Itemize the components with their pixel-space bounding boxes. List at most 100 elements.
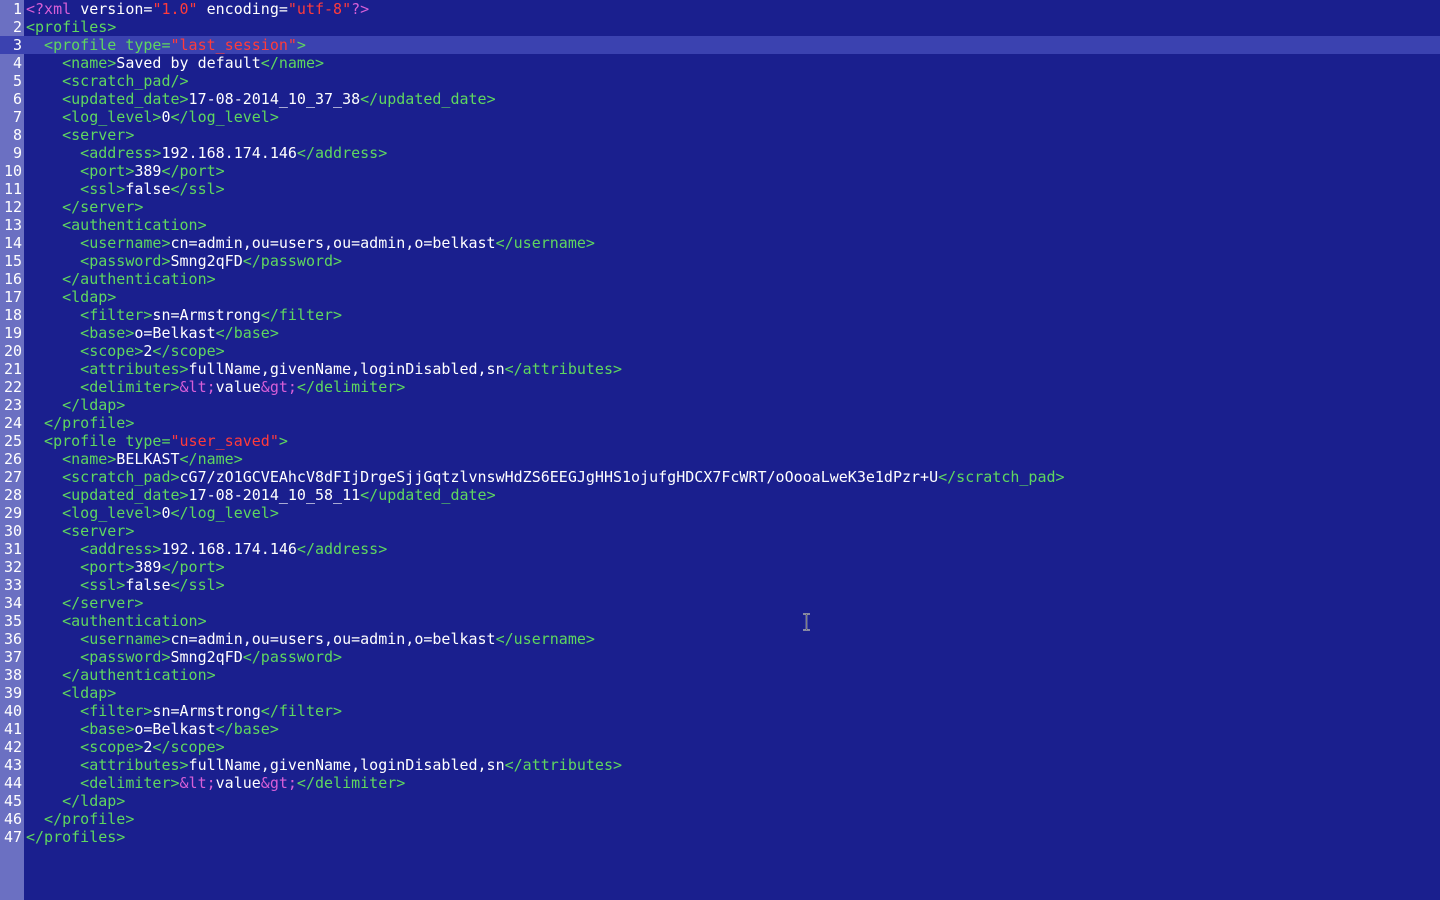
code-text: <address>192.168.174.146</address> bbox=[80, 540, 387, 558]
code-line[interactable]: 8 <server> bbox=[0, 126, 1440, 144]
code-line[interactable]: 41 <base>o=Belkast</base> bbox=[0, 720, 1440, 738]
line-number: 6 bbox=[12, 90, 22, 108]
code-line[interactable]: 6 <updated_date>17-08-2014_10_37_38</upda… bbox=[0, 90, 1440, 108]
text-editor[interactable]: 1 <?xml version="1.0" encoding="utf-8"?> 2… bbox=[0, 0, 1440, 900]
line-number: 22 bbox=[3, 378, 22, 396]
code-line[interactable]: 27 <scratch_pad>cG7/zO1GCVEAhcV8dFIjDrgeS… bbox=[0, 468, 1440, 486]
code-token: value bbox=[215, 774, 261, 792]
code-token: value bbox=[215, 378, 261, 396]
code-token: </scratch_pad> bbox=[938, 468, 1065, 486]
code-token: </updated_date> bbox=[360, 90, 496, 108]
code-line[interactable]: 16 </authentication> bbox=[0, 270, 1440, 288]
code-line[interactable]: 22 <delimiter>&lt;value&gt;</delimiter> bbox=[0, 378, 1440, 396]
code-line[interactable]: 15 <password>Smng2qFD</password> bbox=[0, 252, 1440, 270]
line-number: 37 bbox=[3, 648, 22, 666]
code-line[interactable]: 39 <ldap> bbox=[0, 684, 1440, 702]
code-token: </log_level> bbox=[170, 108, 279, 126]
code-token: <attributes> bbox=[80, 756, 189, 774]
code-token: </base> bbox=[215, 324, 279, 342]
code-line[interactable]: 14 <username>cn=admin,ou=users,ou=admin,o… bbox=[0, 234, 1440, 252]
code-line[interactable]: 10 <port>389</port> bbox=[0, 162, 1440, 180]
code-token: > bbox=[296, 36, 306, 54]
code-text: <server> bbox=[62, 522, 134, 540]
code-text: </profile> bbox=[44, 810, 134, 828]
code-line[interactable]: 30 <server> bbox=[0, 522, 1440, 540]
code-line[interactable]: 13 <authentication> bbox=[0, 216, 1440, 234]
code-line[interactable]: 29 <log_level>0</log_level> bbox=[0, 504, 1440, 522]
code-token: cG7/zO1GCVEAhcV8dFIjDrgeSjjGqtzlvnswHdZS… bbox=[179, 468, 939, 486]
code-line[interactable]: 9 <address>192.168.174.146</address> bbox=[0, 144, 1440, 162]
code-line[interactable]: 24 </profile> bbox=[0, 414, 1440, 432]
code-token: </profile> bbox=[44, 414, 135, 432]
code-line[interactable]: 19 <base>o=Belkast</base> bbox=[0, 324, 1440, 342]
code-token: <name> bbox=[62, 54, 117, 72]
code-token: 192.168.174.146 bbox=[161, 540, 297, 558]
line-number: 21 bbox=[3, 360, 22, 378]
code-line[interactable]: 17 <ldap> bbox=[0, 288, 1440, 306]
code-text: <delimiter>&lt;value&gt;</delimiter> bbox=[80, 774, 405, 792]
code-text: <authentication> bbox=[62, 216, 207, 234]
code-line[interactable]: 34 </server> bbox=[0, 594, 1440, 612]
code-token: <password> bbox=[80, 252, 171, 270]
code-line[interactable]: 20 <scope>2</scope> bbox=[0, 342, 1440, 360]
code-line[interactable]: 42 <scope>2</scope> bbox=[0, 738, 1440, 756]
code-text: <base>o=Belkast</base> bbox=[80, 720, 279, 738]
code-text: <log_level>0</log_level> bbox=[62, 108, 279, 126]
code-token: "utf-8" bbox=[287, 0, 352, 18]
code-line[interactable]: 28 <updated_date>17-08-2014_10_58_11</upd… bbox=[0, 486, 1440, 504]
line-number: 14 bbox=[3, 234, 22, 252]
code-token: </profile> bbox=[44, 810, 135, 828]
code-line[interactable]: 43 <attributes>fullName,givenName,loginDi… bbox=[0, 756, 1440, 774]
code-line[interactable]: 38 </authentication> bbox=[0, 666, 1440, 684]
code-token: </address> bbox=[296, 144, 388, 162]
line-number: 16 bbox=[3, 270, 22, 288]
code-line[interactable]: 12 </server> bbox=[0, 198, 1440, 216]
code-line[interactable]: 36 <username>cn=admin,ou=users,ou=admin,o… bbox=[0, 630, 1440, 648]
code-line[interactable]: 21 <attributes>fullName,givenName,loginDi… bbox=[0, 360, 1440, 378]
code-line[interactable]: 7 <log_level>0</log_level> bbox=[0, 108, 1440, 126]
code-line[interactable]: 31 <address>192.168.174.146</address> bbox=[0, 540, 1440, 558]
code-token: <base> bbox=[80, 324, 135, 342]
line-number: 4 bbox=[12, 54, 22, 72]
code-line[interactable]: 33 <ssl>false</ssl> bbox=[0, 576, 1440, 594]
line-number: 29 bbox=[3, 504, 22, 522]
code-text: <profiles> bbox=[26, 18, 116, 36]
code-token: </filter> bbox=[260, 702, 343, 720]
code-line[interactable]: 45 </ldap> bbox=[0, 792, 1440, 810]
code-line[interactable]: 35 <authentication> bbox=[0, 612, 1440, 630]
code-line[interactable]: 26 <name>BELKAST</name> bbox=[0, 450, 1440, 468]
code-token: <username> bbox=[80, 630, 171, 648]
code-token: </ssl> bbox=[170, 576, 225, 594]
code-line[interactable]: 18 <filter>sn=Armstrong</filter> bbox=[0, 306, 1440, 324]
code-line[interactable]: 4 <name>Saved by default</name> bbox=[0, 54, 1440, 72]
code-text: <updated_date>17-08-2014_10_37_38</updat… bbox=[62, 90, 496, 108]
code-line[interactable]: 23 </ldap> bbox=[0, 396, 1440, 414]
code-text: <updated_date>17-08-2014_10_58_11</updat… bbox=[62, 486, 496, 504]
code-token: </port> bbox=[161, 558, 225, 576]
code-token: </authentication> bbox=[62, 666, 216, 684]
code-area[interactable]: 1 <?xml version="1.0" encoding="utf-8"?> 2… bbox=[0, 0, 1440, 846]
code-token: </attributes> bbox=[504, 756, 623, 774]
code-line[interactable]: 11 <ssl>false</ssl> bbox=[0, 180, 1440, 198]
code-line[interactable]: 47 </profiles> bbox=[0, 828, 1440, 846]
code-token: <port> bbox=[80, 558, 135, 576]
code-token: version= bbox=[80, 0, 153, 18]
code-line[interactable]: 25 <profile type="user_saved"> bbox=[0, 432, 1440, 450]
line-number: 43 bbox=[3, 756, 22, 774]
code-token: <profiles> bbox=[26, 18, 117, 36]
code-token: <port> bbox=[80, 162, 135, 180]
code-line[interactable]: 2 <profiles> bbox=[0, 18, 1440, 36]
code-line[interactable]: 37 <password>Smng2qFD</password> bbox=[0, 648, 1440, 666]
code-token: cn=admin,ou=users,ou=admin,o=belkast bbox=[170, 630, 496, 648]
code-line[interactable]: 1 <?xml version="1.0" encoding="utf-8"?> bbox=[0, 0, 1440, 18]
code-token: </username> bbox=[495, 630, 595, 648]
code-line[interactable]: 44 <delimiter>&lt;value&gt;</delimiter> bbox=[0, 774, 1440, 792]
line-number: 33 bbox=[3, 576, 22, 594]
code-token: </ssl> bbox=[170, 180, 225, 198]
code-line[interactable]: 46 </profile> bbox=[0, 810, 1440, 828]
code-text: <scope>2</scope> bbox=[80, 738, 225, 756]
code-line[interactable]: 32 <port>389</port> bbox=[0, 558, 1440, 576]
code-line[interactable]: 40 <filter>sn=Armstrong</filter> bbox=[0, 702, 1440, 720]
code-line[interactable]: 3 <profile type="last_session"> bbox=[0, 36, 1440, 54]
code-line[interactable]: 5 <scratch_pad/> bbox=[0, 72, 1440, 90]
